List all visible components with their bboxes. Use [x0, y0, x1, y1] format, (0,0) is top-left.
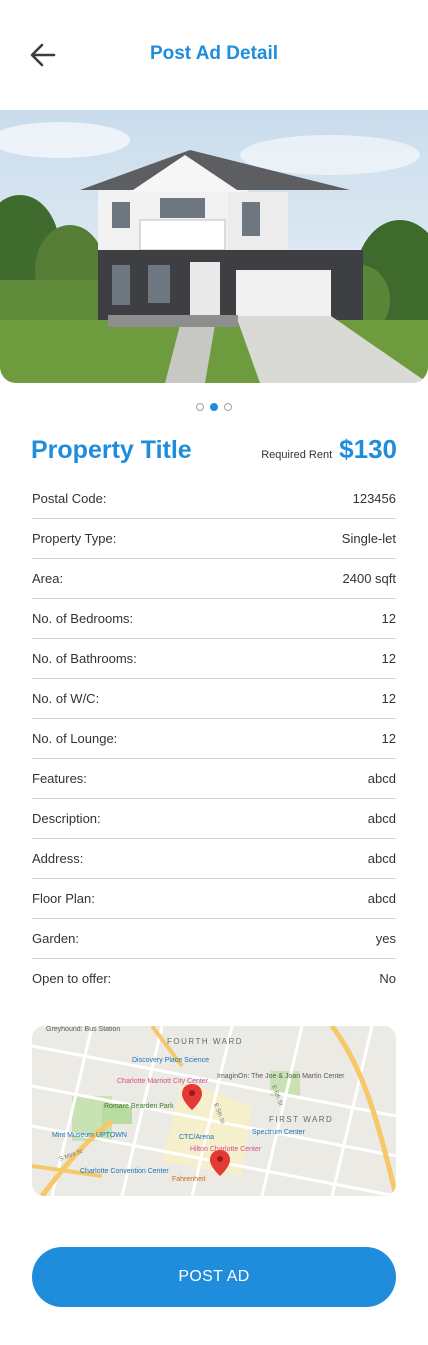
- detail-value: 123456: [352, 491, 396, 506]
- detail-label: No. of Lounge:: [32, 731, 118, 746]
- location-map[interactable]: Greyhound: Bus Station FOURTH WARD Disco…: [32, 1026, 396, 1196]
- detail-label: Floor Plan:: [32, 891, 95, 906]
- detail-row: No. of W/C: 12: [32, 679, 396, 719]
- detail-row: Postal Code: 123456: [32, 479, 396, 519]
- app-header: Post Ad Detail: [0, 0, 428, 110]
- detail-label: Area:: [32, 571, 64, 586]
- detail-value: yes: [375, 931, 396, 946]
- detail-label: No. of W/C:: [32, 691, 100, 706]
- map-label: Romare Bearden Park: [104, 1103, 174, 1110]
- property-title: Property Title: [31, 436, 192, 464]
- detail-row: Area: 2400 sqft: [32, 559, 396, 599]
- rent-value: $130: [339, 434, 397, 464]
- detail-row: No. of Lounge: 12: [32, 719, 396, 759]
- map-image: Greyhound: Bus Station FOURTH WARD Disco…: [32, 1026, 396, 1196]
- post-ad-button[interactable]: POST AD: [32, 1247, 396, 1307]
- detail-label: No. of Bedrooms:: [32, 611, 134, 626]
- detail-label: Postal Code:: [32, 491, 107, 506]
- map-label: CTC/Arena: [179, 1134, 214, 1141]
- detail-row: Open to offer: No: [32, 959, 396, 998]
- map-label: FOURTH WARD: [167, 1037, 243, 1046]
- map-label: FIRST WARD: [269, 1115, 333, 1124]
- detail-row: Property Type: Single-let: [32, 519, 396, 559]
- map-label: Greyhound: Bus Station: [46, 1026, 120, 1033]
- detail-row: Floor Plan: abcd: [32, 879, 396, 919]
- detail-label: Address:: [32, 851, 84, 866]
- details-list: Postal Code: 123456 Property Type: Single-…: [32, 479, 396, 998]
- detail-row: Address: abcd: [32, 839, 396, 879]
- rent-label: Required Rent: [261, 449, 333, 461]
- page-title: Post Ad Detail: [149, 43, 279, 64]
- detail-row: No. of Bathrooms: 12: [32, 639, 396, 679]
- detail-value: 12: [381, 611, 396, 626]
- detail-value: 12: [381, 731, 396, 746]
- map-label: ImaginOn: The Joe & Joan Martin Center: [217, 1073, 345, 1080]
- detail-row: No. of Bedrooms: 12: [32, 599, 396, 639]
- detail-value: 12: [381, 691, 396, 706]
- map-label: Spectrum Center: [252, 1129, 306, 1136]
- map-label: Charlotte Marriott City Center: [117, 1078, 209, 1085]
- gallery-pager: [0, 403, 428, 411]
- detail-label: Description:: [32, 811, 101, 826]
- rent-block: Required Rent $130: [261, 434, 397, 465]
- detail-value: abcd: [367, 851, 396, 866]
- detail-label: No. of Bathrooms:: [32, 651, 137, 666]
- map-label: Discovery Place Science: [132, 1057, 209, 1064]
- detail-value: abcd: [367, 771, 396, 786]
- detail-value: 2400 sqft: [342, 571, 397, 586]
- property-image[interactable]: [0, 110, 428, 383]
- detail-row: Description: abcd: [32, 799, 396, 839]
- detail-value: abcd: [367, 891, 396, 906]
- detail-row: Features: abcd: [32, 759, 396, 799]
- detail-label: Garden:: [32, 931, 79, 946]
- pager-dot[interactable]: [224, 403, 232, 411]
- detail-value: 12: [381, 651, 396, 666]
- detail-value: No: [379, 971, 396, 986]
- detail-value: Single-let: [341, 531, 396, 546]
- map-label: Mint Museum UPTOWN: [52, 1132, 127, 1139]
- detail-label: Open to offer:: [32, 971, 112, 986]
- map-label: Fahrenheit: [172, 1176, 206, 1183]
- pager-dot[interactable]: [196, 403, 204, 411]
- detail-row: Garden: yes: [32, 919, 396, 959]
- house-photo: [0, 110, 428, 383]
- detail-value: abcd: [367, 811, 396, 826]
- detail-label: Property Type:: [32, 531, 117, 546]
- map-label: Charlotte Convention Center: [80, 1168, 169, 1175]
- pager-dot-active[interactable]: [210, 403, 218, 411]
- detail-label: Features:: [32, 771, 87, 786]
